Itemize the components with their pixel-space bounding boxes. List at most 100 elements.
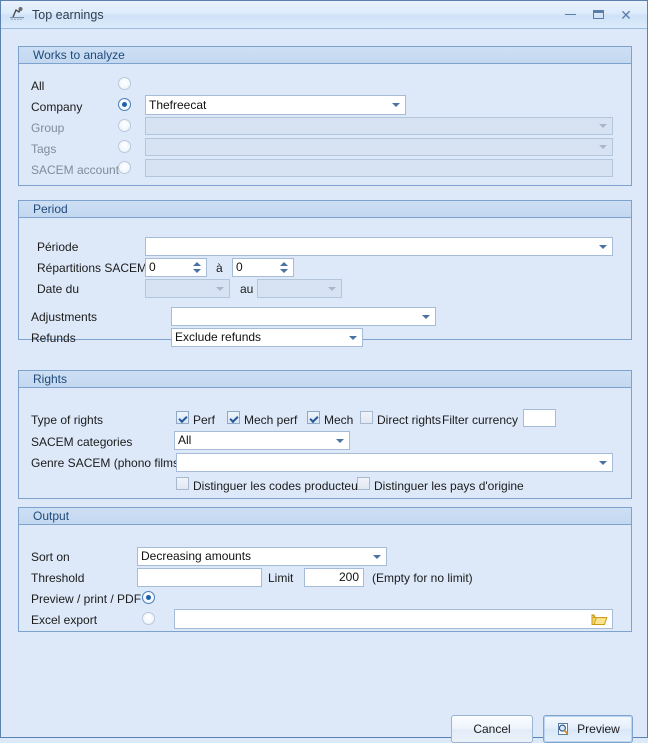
sort-on-value: Decreasing amounts — [141, 549, 252, 563]
dialog-body: Works to analyze All Company Group Tags … — [1, 29, 647, 743]
group-rights-body: Type of rights SACEM categories Genre SA… — [19, 388, 631, 498]
radio-excel-export[interactable] — [142, 612, 155, 625]
label-mech-perf: Mech perf — [244, 413, 298, 427]
maximize-icon[interactable] — [585, 5, 611, 25]
company-combo-value: Thefreecat — [149, 98, 207, 112]
report-chart-icon — [9, 6, 26, 23]
label-sacem-categories: SACEM categories — [31, 435, 133, 449]
sort-on-combo[interactable]: Decreasing amounts — [137, 547, 387, 566]
date-from-combo[interactable] — [145, 279, 230, 298]
label-date-du: Date du — [37, 282, 80, 296]
minimize-icon[interactable] — [557, 5, 583, 25]
chevron-down-icon — [599, 244, 607, 249]
radio-group[interactable] — [118, 119, 131, 132]
group-output-body: Sort on Threshold Preview / print / PDF … — [19, 525, 631, 631]
limit-input[interactable]: 200 — [304, 568, 364, 587]
preview-button[interactable]: Preview — [543, 715, 633, 743]
label-sort-on: Sort on — [31, 550, 70, 564]
sacem-account-input[interactable] — [145, 159, 613, 177]
preview-button-label: Preview — [577, 722, 620, 736]
checkbox-mech-perf[interactable] — [227, 411, 240, 424]
chevron-down-icon — [599, 124, 607, 128]
group-period-title: Period — [19, 201, 631, 218]
group-output: Output Sort on Threshold Preview / print… — [18, 507, 632, 632]
group-period: Period Période Répartitions SACEM Date d… — [18, 200, 632, 347]
radio-tags[interactable] — [118, 140, 131, 153]
threshold-input[interactable] — [137, 568, 262, 587]
repartitions-from-spinner[interactable]: 0 — [145, 258, 207, 277]
sacem-categories-combo[interactable]: All — [174, 431, 350, 450]
excel-path-input[interactable] — [174, 609, 613, 629]
date-to-combo[interactable] — [257, 279, 342, 298]
label-type-of-rights: Type of rights — [31, 413, 104, 427]
group-works-title: Works to analyze — [19, 47, 631, 64]
group-works-body: All Company Group Tags SACEM account The… — [19, 64, 631, 185]
chevron-down-icon — [216, 286, 224, 291]
checkbox-distinguer-pays-origine[interactable] — [357, 477, 370, 490]
group-output-title: Output — [19, 508, 631, 525]
repartitions-to-spinner[interactable]: 0 — [232, 258, 294, 277]
radio-all[interactable] — [118, 77, 131, 90]
label-group: Group — [31, 121, 65, 135]
spinner-up-icon[interactable] — [193, 262, 201, 266]
group-rights-title: Rights — [19, 371, 631, 388]
refunds-combo[interactable]: Exclude refunds — [171, 328, 363, 347]
spinner-down-icon[interactable] — [280, 269, 288, 273]
title-bar: Top earnings ✕ — [1, 1, 647, 29]
chevron-down-icon — [422, 314, 430, 319]
group-combo[interactable] — [145, 117, 613, 135]
company-combo[interactable]: Thefreecat — [145, 95, 406, 115]
limit-value: 200 — [338, 570, 359, 584]
radio-preview-print-pdf[interactable] — [142, 591, 155, 604]
label-refunds: Refunds — [31, 331, 76, 345]
window-controls: ✕ — [557, 5, 639, 25]
label-company: Company — [31, 100, 83, 114]
label-sacem-account: SACEM account — [31, 163, 120, 177]
label-perf: Perf — [193, 413, 216, 427]
label-limit: Limit — [268, 571, 294, 585]
spinner-up-icon[interactable] — [280, 262, 288, 266]
label-excel-export: Excel export — [31, 613, 98, 627]
label-filter-currency: Filter currency — [442, 413, 519, 427]
radio-sacem-account[interactable] — [118, 161, 131, 174]
group-works-to-analyze: Works to analyze All Company Group Tags … — [18, 46, 632, 186]
sacem-categories-value: All — [178, 433, 192, 447]
filter-currency-input[interactable] — [523, 409, 556, 427]
chevron-down-icon — [599, 145, 607, 149]
genre-sacem-combo[interactable] — [176, 453, 613, 472]
label-all: All — [31, 79, 45, 93]
cancel-button[interactable]: Cancel — [451, 715, 533, 743]
group-rights: Rights Type of rights SACEM categories G… — [18, 370, 632, 499]
label-distinguer-codes-producteur: Distinguer les codes producteur — [193, 479, 362, 493]
label-adjustments: Adjustments — [31, 310, 98, 324]
checkbox-direct-rights[interactable] — [360, 411, 373, 424]
repartitions-from-value: 0 — [149, 260, 156, 274]
checkbox-perf[interactable] — [176, 411, 189, 424]
checkbox-mech[interactable] — [307, 411, 320, 424]
tags-combo[interactable] — [145, 138, 613, 156]
label-limit-hint: (Empty for no limit) — [372, 571, 473, 585]
chevron-down-icon — [392, 103, 400, 107]
label-repartitions-separator: à — [216, 261, 223, 275]
repartitions-to-value: 0 — [236, 260, 243, 274]
label-distinguer-pays-origine: Distinguer les pays d'origine — [374, 479, 524, 493]
folder-open-icon[interactable] — [591, 612, 608, 626]
label-threshold: Threshold — [31, 571, 85, 585]
label-mech: Mech — [324, 413, 354, 427]
adjustments-combo[interactable] — [171, 307, 436, 326]
magnifier-page-icon — [556, 722, 571, 737]
periode-combo[interactable] — [145, 237, 613, 256]
group-period-body: Période Répartitions SACEM Date du Adjus… — [19, 218, 631, 347]
label-direct-rights: Direct rights — [377, 413, 442, 427]
spinner-down-icon[interactable] — [193, 269, 201, 273]
label-periode: Période — [37, 240, 79, 254]
window-title: Top earnings — [32, 7, 104, 22]
radio-company[interactable] — [118, 98, 131, 111]
chevron-down-icon — [373, 554, 381, 559]
label-date-separator: au — [240, 282, 254, 296]
chevron-down-icon — [349, 335, 357, 340]
chevron-down-icon — [599, 460, 607, 465]
checkbox-distinguer-codes-producteur[interactable] — [176, 477, 189, 490]
refunds-value: Exclude refunds — [175, 330, 262, 344]
close-icon[interactable]: ✕ — [613, 5, 639, 25]
